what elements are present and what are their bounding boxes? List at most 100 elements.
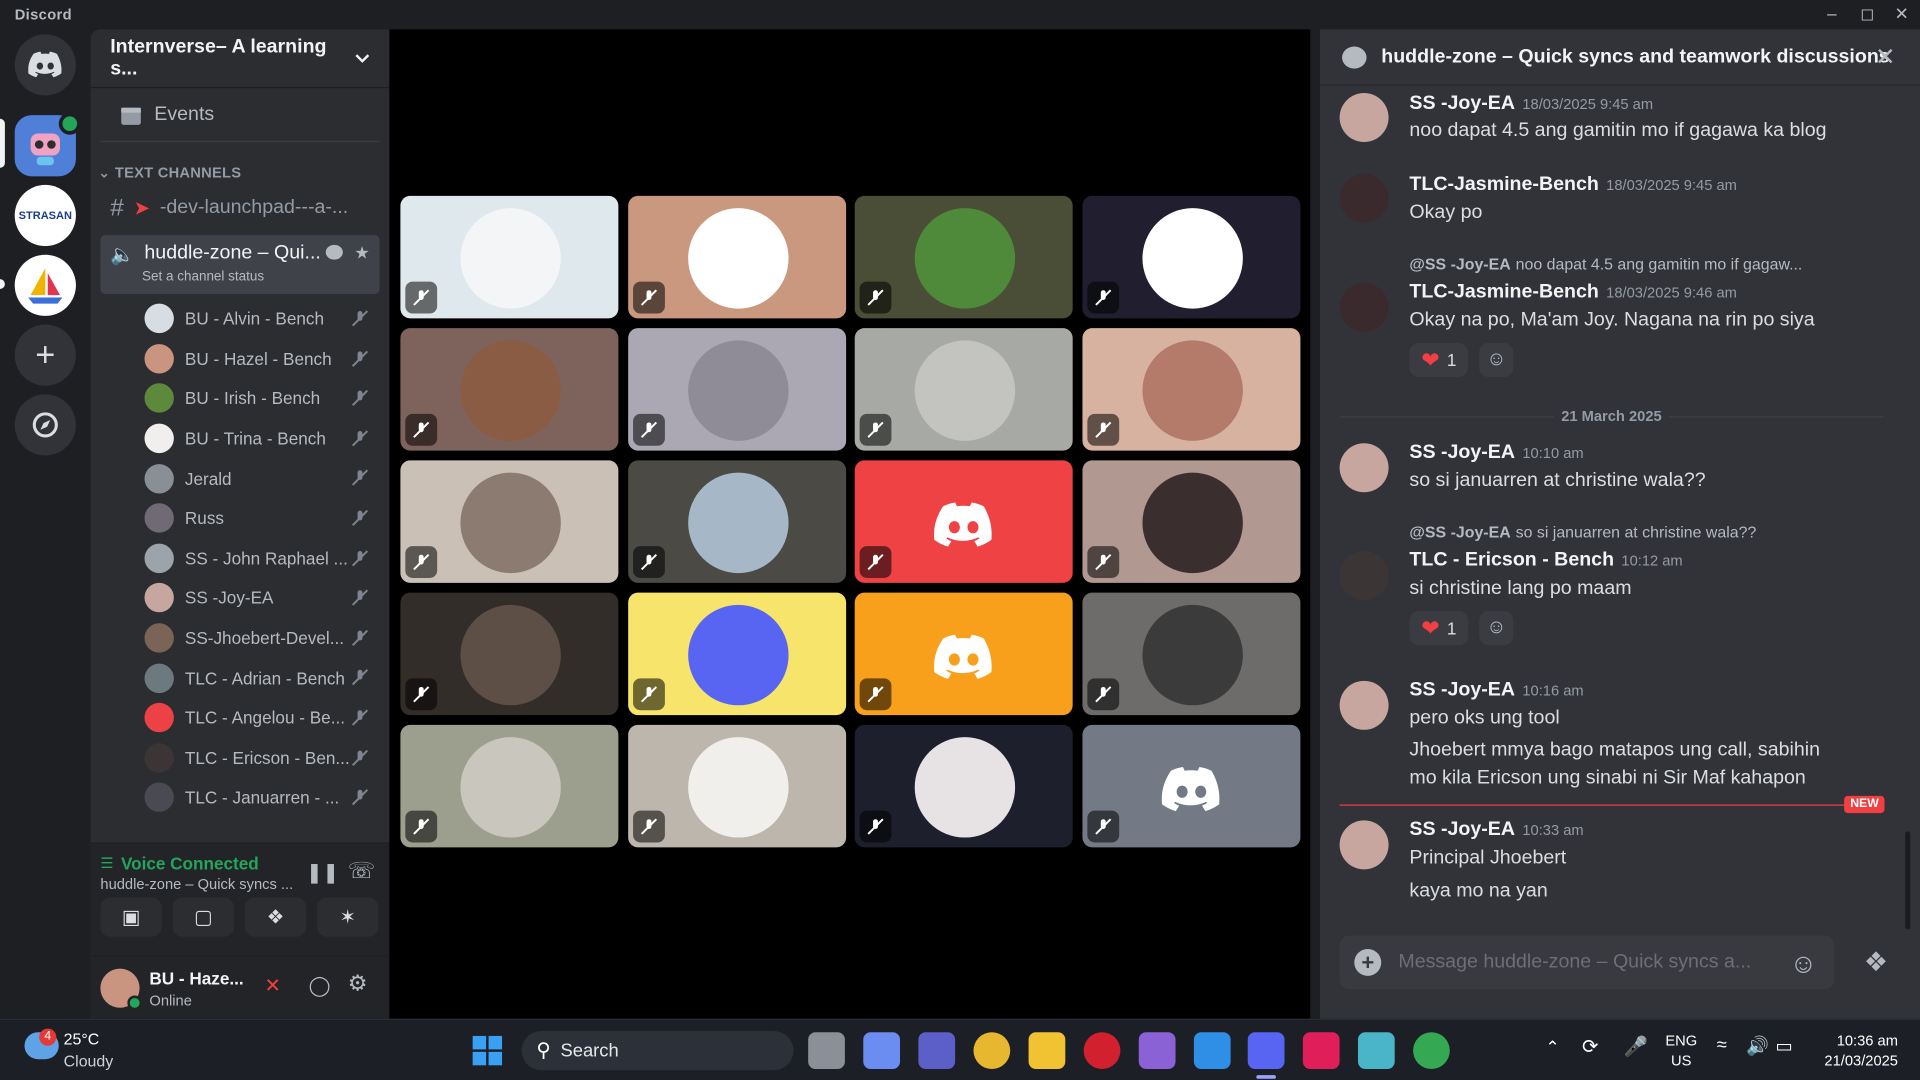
file-explorer-icon[interactable]: [1028, 1032, 1066, 1069]
voice-member[interactable]: TLC - Ericson - Ben...: [91, 738, 390, 778]
message-author[interactable]: SS -Joy-EA 10:10 am: [1409, 442, 1583, 464]
voice-member[interactable]: SS-Jhoebert-Devel...: [91, 618, 390, 658]
screen-share-button[interactable]: ▢: [172, 897, 234, 937]
microphone-icon[interactable]: 🎤: [1624, 1035, 1648, 1059]
discord-taskbar-icon[interactable]: [1247, 1032, 1285, 1069]
avatar[interactable]: [1339, 173, 1389, 223]
weather-desc[interactable]: Cloudy: [64, 1052, 114, 1070]
message-author[interactable]: TLC-Jasmine-Bench 18/03/2025 9:46 am: [1409, 282, 1737, 304]
headphones-icon[interactable]: ◯: [309, 973, 331, 997]
chrome-icon[interactable]: [973, 1032, 1011, 1069]
heart-reaction[interactable]: ❤ 1: [1409, 611, 1469, 646]
video-tile[interactable]: [854, 195, 1073, 319]
video-tile[interactable]: [400, 724, 619, 848]
voice-member[interactable]: BU - Irish - Bench: [91, 379, 390, 419]
direct-messages-button[interactable]: [14, 34, 76, 96]
video-tile[interactable]: [400, 328, 619, 451]
add-reaction-button[interactable]: ☺: [1479, 342, 1514, 378]
message-composer[interactable]: + Message huddle-zone – Quick syncs a...…: [1339, 935, 1835, 990]
message-author[interactable]: TLC-Jasmine-Bench 18/03/2025 9:45 am: [1409, 174, 1737, 196]
taskbar-search[interactable]: ⚲ Search: [521, 1031, 794, 1071]
voice-member[interactable]: BU - Trina - Bench: [91, 419, 390, 459]
events-button[interactable]: Events: [100, 88, 380, 143]
app-cube-icon[interactable]: [1357, 1032, 1395, 1069]
reply-reference[interactable]: @SS -Joy-EA noo dapat 4.5 ang gamitin mo …: [1409, 255, 1802, 273]
channel-dev-launchpad[interactable]: # ➤ -dev-launchpad---a-...: [100, 189, 379, 228]
voice-member[interactable]: TLC - Angelou - Be...: [91, 698, 390, 738]
video-tile[interactable]: [1082, 724, 1301, 848]
weather-temp[interactable]: 25°C: [64, 1030, 100, 1048]
mic-muted-icon[interactable]: ✕: [264, 973, 280, 997]
video-tile[interactable]: [1082, 195, 1301, 319]
server-strasan[interactable]: STRASAN: [14, 184, 76, 247]
opera-icon[interactable]: [1083, 1032, 1121, 1069]
heart-reaction[interactable]: ❤ 1: [1409, 342, 1469, 378]
video-tile[interactable]: [854, 460, 1073, 583]
add-attachment-icon[interactable]: +: [1354, 948, 1382, 976]
avatar[interactable]: [1339, 93, 1389, 143]
add-server-button[interactable]: +: [14, 324, 76, 386]
noise-suppression-icon[interactable]: ❚❚: [306, 861, 339, 885]
discover-button[interactable]: [14, 394, 76, 456]
text-channels-category[interactable]: ⌄ TEXT CHANNELS: [91, 164, 390, 181]
video-tile[interactable]: [628, 195, 847, 319]
user-name[interactable]: BU - Haze...: [149, 969, 243, 989]
video-tile[interactable]: [628, 460, 847, 583]
activities-button[interactable]: ❖: [244, 897, 307, 937]
video-tile[interactable]: [628, 724, 847, 848]
camera-button[interactable]: ▣: [100, 897, 162, 937]
slack-icon[interactable]: [1302, 1032, 1340, 1069]
voice-member[interactable]: Jerald: [91, 458, 390, 498]
video-tile[interactable]: [400, 195, 619, 319]
visual-studio-icon[interactable]: [1138, 1032, 1176, 1069]
volume-icon[interactable]: 🔊: [1746, 1035, 1769, 1057]
vscode-icon[interactable]: [1193, 1032, 1231, 1069]
video-tile[interactable]: [400, 460, 619, 583]
voice-member[interactable]: SS -Joy-EA: [91, 578, 390, 618]
video-tile[interactable]: [1082, 328, 1301, 451]
avatar[interactable]: [1339, 282, 1389, 332]
copilot-icon[interactable]: [863, 1032, 901, 1069]
chat-bubble-icon[interactable]: [325, 244, 343, 260]
avatar[interactable]: [1339, 680, 1389, 730]
server-internverse[interactable]: [14, 112, 81, 177]
server-sailboat[interactable]: [14, 254, 76, 316]
language-indicator[interactable]: ENG US: [1665, 1031, 1697, 1070]
windows-start-icon[interactable]: [472, 1035, 503, 1066]
voice-member[interactable]: BU - Alvin - Bench: [91, 299, 390, 339]
voice-member[interactable]: BU - Hazel - Bench: [91, 339, 390, 379]
battery-icon[interactable]: ▭: [1776, 1035, 1793, 1057]
apps-button[interactable]: ❖: [1849, 936, 1903, 990]
video-tile[interactable]: [1082, 460, 1301, 583]
voice-member[interactable]: SS - John Raphael ...: [91, 538, 390, 578]
video-tile[interactable]: [400, 592, 619, 716]
add-reaction-button[interactable]: ☺: [1479, 611, 1514, 646]
task-view-icon[interactable]: [808, 1032, 845, 1069]
close-chat-icon[interactable]: ✕: [1875, 42, 1896, 73]
chrome-profile-icon[interactable]: [1413, 1032, 1450, 1069]
show-hidden-icons[interactable]: ⌃: [1545, 1037, 1559, 1058]
avatar[interactable]: [1339, 820, 1389, 870]
video-tile[interactable]: [628, 592, 847, 716]
wifi-icon[interactable]: ≈: [1717, 1035, 1727, 1056]
voice-member[interactable]: Russ: [91, 498, 390, 538]
disconnect-icon[interactable]: ☏: [348, 858, 376, 884]
video-tile[interactable]: [854, 592, 1073, 716]
video-tile[interactable]: [628, 328, 847, 451]
chat-scrollbar[interactable]: [1905, 831, 1911, 930]
message-author[interactable]: TLC - Ericson - Bench 10:12 am: [1409, 550, 1682, 572]
server-header[interactable]: Internverse– A learning s...: [90, 29, 390, 89]
soundboard-button[interactable]: ✶: [317, 897, 379, 937]
channel-status-hint[interactable]: Set a channel status: [142, 269, 264, 284]
channel-huddle-zone[interactable]: 🔈 huddle-zone – Qui... ★ Set a channel s…: [100, 235, 380, 294]
avatar[interactable]: [1339, 551, 1389, 601]
video-tile[interactable]: [854, 328, 1073, 451]
sync-icon[interactable]: ⟳: [1582, 1035, 1598, 1059]
maximize-icon[interactable]: ◻: [1855, 4, 1879, 25]
message-author[interactable]: SS -Joy-EA 10:16 am: [1409, 680, 1583, 702]
voice-member[interactable]: TLC - Adrian - Bench: [91, 658, 390, 698]
teams-icon[interactable]: [918, 1032, 956, 1069]
video-tile[interactable]: [854, 724, 1073, 848]
avatar[interactable]: [1339, 443, 1389, 493]
voice-channel-link[interactable]: huddle-zone – Quick syncs ...: [100, 876, 293, 893]
